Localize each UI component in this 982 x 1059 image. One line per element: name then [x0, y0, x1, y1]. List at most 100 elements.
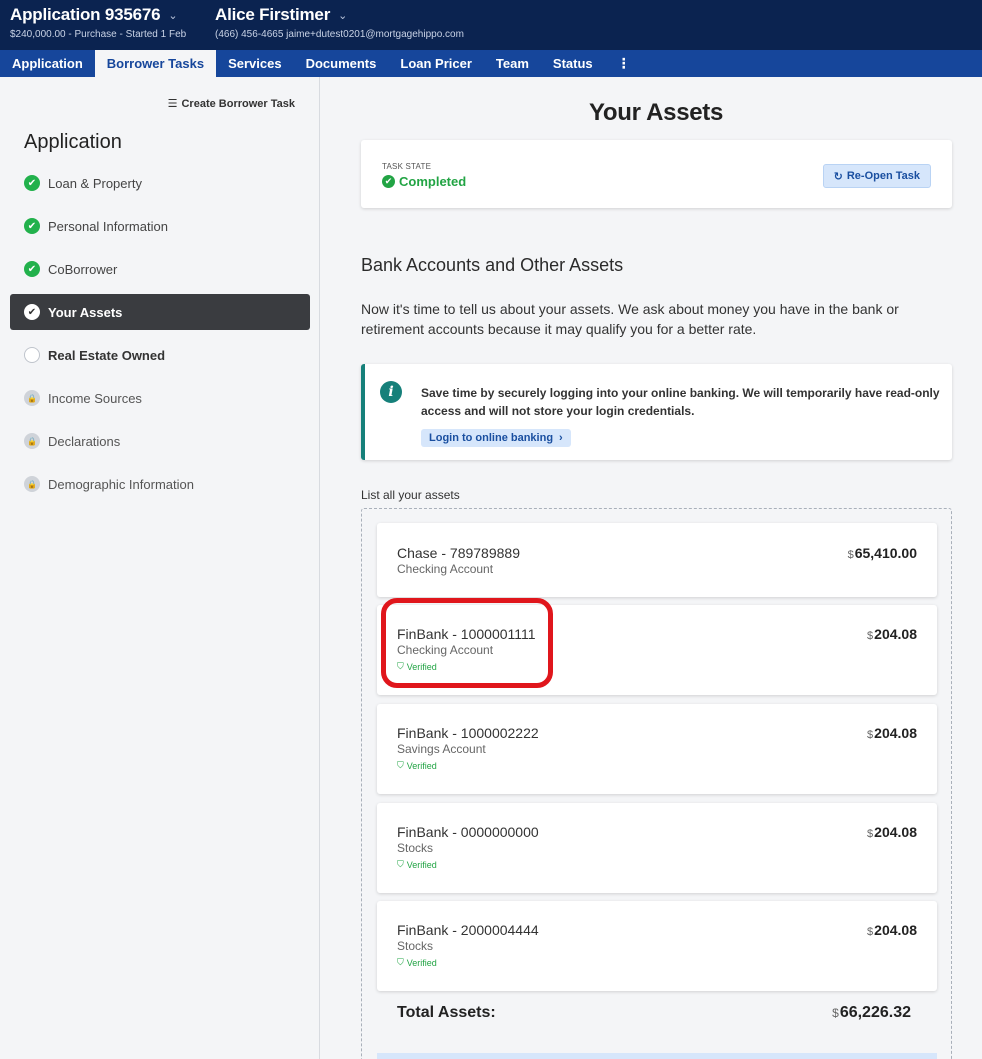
asset-item-finbank-2000004444[interactable]: FinBank - 2000004444 Stocks ⛉ Verified $2… — [377, 901, 937, 991]
empty-circle-icon — [24, 347, 40, 363]
chevron-right-icon: › — [559, 432, 563, 444]
asset-amount: $204.08 — [867, 626, 917, 642]
asset-type: Checking Account — [397, 643, 494, 657]
currency-symbol: $ — [867, 729, 874, 741]
chevron-down-icon[interactable]: ⌄ — [338, 9, 347, 22]
asset-name: FinBank - 1000001111 — [397, 626, 536, 642]
asset-item-chase[interactable]: Chase - 789789889 Checking Account $65,4… — [377, 523, 937, 597]
info-icon: i — [380, 381, 402, 403]
asset-item-finbank-0000000000[interactable]: FinBank - 0000000000 Stocks ⛉ Verified $2… — [377, 803, 937, 893]
verified-badge: ⛉ Verified — [397, 661, 437, 672]
sidebar-item-label: CoBorrower — [48, 261, 118, 277]
section-description: Now it's time to tell us about your asse… — [361, 301, 899, 337]
asset-amount-value: 65,410.00 — [854, 545, 917, 561]
asset-type: Stocks — [397, 841, 434, 855]
asset-type: Checking Account — [397, 562, 494, 576]
sidebar-item-income-sources[interactable]: 🔒 Income Sources — [10, 380, 310, 416]
borrower-contact: (466) 456-4665 jaime+dutest0201@mortgage… — [215, 29, 464, 40]
asset-item-finbank-1000001111[interactable]: FinBank - 1000001111 Checking Account ⛉ V… — [377, 605, 937, 695]
login-online-banking-label: Login to online banking — [429, 432, 554, 444]
task-state-value: ✔ Completed — [382, 174, 466, 189]
verified-badge: ⛉ Verified — [397, 760, 437, 771]
borrower-name: Alice Firstimer — [215, 5, 331, 24]
check-circle-icon: ✔ — [24, 175, 40, 191]
tab-loan-pricer[interactable]: Loan Pricer — [388, 50, 484, 77]
shield-check-icon: ⛉ — [397, 859, 404, 869]
refresh-icon: ↻ — [833, 170, 843, 183]
more-menu-icon[interactable]: ⋮ — [605, 50, 643, 77]
login-online-banking-button[interactable]: Login to online banking › — [421, 429, 571, 447]
info-text: Save time by securely logging into your … — [421, 386, 940, 418]
tab-application[interactable]: Application — [0, 50, 95, 77]
sidebar-item-label: Loan & Property — [48, 175, 142, 191]
total-assets-row: Total Assets: $66,226.32 — [377, 994, 937, 1034]
sidebar-item-declarations[interactable]: 🔒 Declarations — [10, 423, 310, 459]
total-assets-value: 66,226.32 — [839, 1004, 911, 1021]
asset-amount-value: 204.08 — [874, 824, 917, 840]
verified-label: Verified — [406, 957, 437, 968]
sidebar-item-label: Declarations — [48, 433, 121, 449]
sidebar-item-your-assets[interactable]: ✔ Your Assets — [10, 294, 310, 330]
verified-label: Verified — [406, 859, 437, 870]
sidebar-item-label: Your Assets — [48, 304, 123, 320]
check-circle-icon: ✔ — [24, 304, 40, 320]
lock-icon: 🔒 — [24, 476, 40, 492]
total-assets-label: Total Assets: — [397, 1004, 496, 1021]
asset-type: Stocks — [397, 939, 434, 953]
reopen-task-button[interactable]: ↻ Re-Open Task — [822, 164, 931, 188]
asset-item-finbank-1000002222[interactable]: FinBank - 1000002222 Savings Account ⛉ Ve… — [377, 704, 937, 794]
main-content: Your Assets TASK STATE ✔ Completed ↻ Re-… — [321, 77, 982, 1059]
sidebar-item-real-estate-owned[interactable]: Real Estate Owned — [10, 337, 310, 373]
total-assets-amount: $66,226.32 — [832, 1004, 911, 1022]
sidebar-item-demographic-information[interactable]: 🔒 Demographic Information — [10, 466, 310, 502]
tab-team[interactable]: Team — [484, 50, 541, 77]
sidebar-item-loan-property[interactable]: ✔ Loan & Property — [10, 165, 310, 201]
currency-symbol: $ — [867, 828, 874, 840]
task-state-card: TASK STATE ✔ Completed ↻ Re-Open Task — [361, 140, 952, 208]
add-list-icon: ☰ — [167, 98, 178, 110]
lock-icon: 🔒 — [24, 390, 40, 406]
task-state-text: Completed — [399, 174, 467, 189]
asset-name: Chase - 789789889 — [397, 545, 520, 561]
asset-name: FinBank - 1000002222 — [397, 725, 539, 741]
borrower-summary[interactable]: Alice Firstimer ⌄ (466) 456-4665 jaime+d… — [215, 4, 464, 40]
shield-check-icon: ⛉ — [397, 957, 404, 967]
page-title: Your Assets — [588, 99, 724, 126]
asset-amount: $204.08 — [867, 824, 917, 840]
chevron-down-icon[interactable]: ⌄ — [168, 9, 177, 22]
verified-label: Verified — [406, 661, 437, 672]
application-subtitle: $240,000.00 - Purchase - Started 1 Feb — [10, 29, 187, 40]
application-summary[interactable]: Application 935676 ⌄ $240,000.00 - Purch… — [10, 4, 186, 40]
online-banking-info-card: i Save time by securely logging into you… — [361, 364, 952, 460]
asset-name: FinBank - 2000004444 — [397, 922, 539, 938]
sidebar-item-personal-information[interactable]: ✔ Personal Information — [10, 208, 310, 244]
application-title: Application 935676 — [10, 5, 161, 24]
tab-services[interactable]: Services — [216, 50, 294, 77]
sidebar-item-label: Real Estate Owned — [48, 347, 166, 363]
task-sidebar: ☰ Create Borrower Task Application ✔ Loa… — [0, 77, 320, 1059]
asset-amount: $204.08 — [867, 725, 917, 741]
create-borrower-task-button[interactable]: ☰ Create Borrower Task — [167, 97, 295, 111]
currency-symbol: $ — [867, 926, 874, 938]
add-asset-button[interactable] — [377, 1053, 937, 1059]
asset-amount-value: 204.08 — [874, 626, 917, 642]
tab-status[interactable]: Status — [541, 50, 605, 77]
sidebar-heading: Application — [24, 131, 122, 153]
check-circle-icon: ✔ — [24, 218, 40, 234]
tab-documents[interactable]: Documents — [294, 50, 389, 77]
asset-name: FinBank - 0000000000 — [397, 824, 539, 840]
asset-amount: $204.08 — [867, 922, 917, 938]
check-circle-icon: ✔ — [382, 175, 395, 188]
lock-icon: 🔒 — [24, 433, 40, 449]
sidebar-item-label: Personal Information — [48, 218, 168, 234]
currency-symbol: $ — [847, 549, 854, 561]
sidebar-item-label: Demographic Information — [48, 476, 194, 492]
tab-borrower-tasks[interactable]: Borrower Tasks — [94, 50, 217, 77]
sidebar-item-coborrower[interactable]: ✔ CoBorrower — [10, 251, 310, 287]
task-state-label: TASK STATE — [382, 162, 432, 171]
shield-check-icon: ⛉ — [397, 760, 404, 770]
verified-badge: ⛉ Verified — [397, 957, 437, 968]
assets-list-label: List all your assets — [361, 488, 460, 502]
verified-label: Verified — [406, 760, 437, 771]
reopen-task-label: Re-Open Task — [846, 170, 920, 182]
